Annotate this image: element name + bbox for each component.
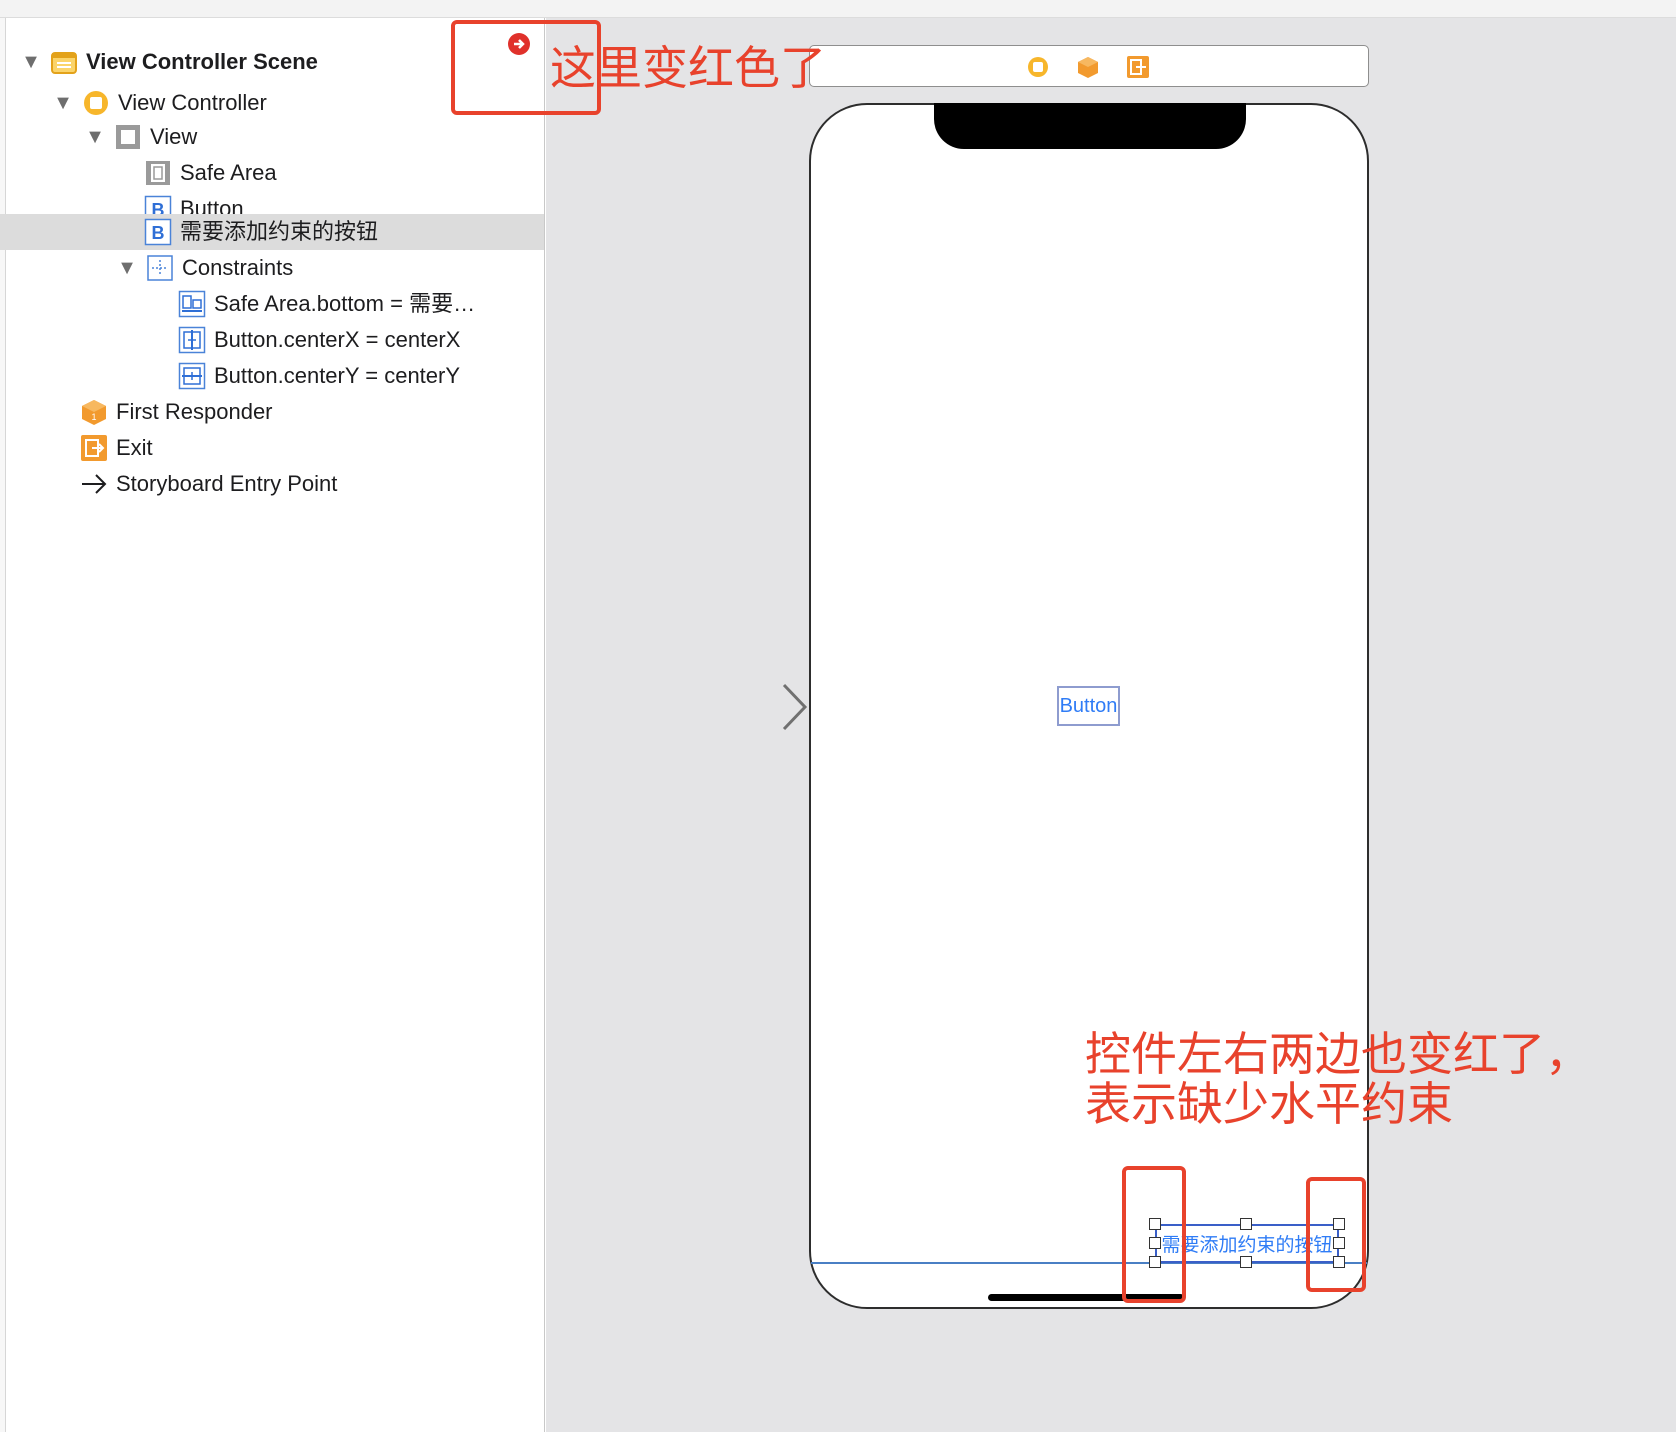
outline-item-label: 需要添加约束的按钮: [180, 219, 379, 244]
disclosure-triangle-icon[interactable]: ▼: [84, 126, 106, 148]
outline-item-label: Storyboard Entry Point: [116, 471, 338, 496]
disclosure-triangle-icon[interactable]: ▼: [52, 92, 74, 114]
outline-item-safe-area[interactable]: Safe Area: [0, 155, 544, 191]
outline-item-constraint-centery[interactable]: Button.centerY = centerY: [0, 358, 544, 394]
button-icon: B: [144, 218, 172, 246]
outline-item-first-responder[interactable]: 1 First Responder: [0, 394, 544, 430]
annotation-bottom-note-line2: 表示缺少水平约束: [1085, 1077, 1453, 1131]
outline-item-label: First Responder: [116, 399, 273, 424]
outline-item-label: Button.centerX = centerX: [214, 327, 461, 352]
document-outline: ▼ View Controller Scene ▼ View Controlle…: [0, 18, 545, 1432]
constraints-icon: [146, 254, 174, 282]
first-responder-dock-icon[interactable]: [1076, 55, 1100, 84]
outline-item-label: Safe Area.bottom = 需要…: [214, 291, 476, 316]
entry-point-arrow-icon: [80, 470, 108, 498]
first-responder-icon: 1: [80, 398, 108, 426]
resize-handle-top-center[interactable]: [1240, 1218, 1252, 1230]
constraint-centerx-icon: [178, 326, 206, 354]
annotation-box-left-edge: [1122, 1166, 1186, 1303]
constraint-centery-icon: [178, 362, 206, 390]
center-button[interactable]: Button: [1057, 686, 1120, 726]
outline-item-label: View: [150, 124, 198, 149]
editor-top-strip: [0, 0, 1676, 18]
outline-item-exit[interactable]: Exit: [0, 430, 544, 466]
outline-item-label: View Controller: [118, 90, 267, 115]
safe-area-icon: [144, 159, 172, 187]
outline-item-constraint-safe-area-bottom[interactable]: Safe Area.bottom = 需要…: [0, 286, 544, 322]
outline-item-label: Safe Area: [180, 160, 277, 185]
outline-item-label: Constraints: [182, 255, 294, 280]
resize-handle-bottom-center[interactable]: [1240, 1256, 1252, 1268]
outline-item-constrained-button[interactable]: B 需要添加约束的按钮: [0, 214, 544, 250]
outline-item-label: View Controller Scene: [86, 49, 318, 74]
outline-item-view[interactable]: ▼ View: [0, 119, 544, 155]
outline-item-constraints[interactable]: ▼ Constraints: [0, 250, 544, 286]
exit-dock-icon[interactable]: [1126, 55, 1150, 84]
outline-item-label: Exit: [116, 435, 153, 460]
outline-item-storyboard-entry-point[interactable]: Storyboard Entry Point: [0, 466, 544, 502]
disclosure-triangle-icon[interactable]: ▼: [116, 257, 138, 279]
view-icon: [114, 123, 142, 151]
scene-dock-bar[interactable]: [809, 45, 1369, 87]
outline-item-label: Button.centerY = centerY: [214, 363, 461, 388]
svg-text:1: 1: [91, 412, 96, 422]
view-controller-icon: [82, 89, 110, 117]
exit-icon: [80, 434, 108, 462]
annotation-bottom-note-line1: 控件左右两边也变红了，: [1085, 1027, 1591, 1081]
svg-text:B: B: [152, 223, 165, 243]
annotation-box-right-edge: [1306, 1177, 1366, 1292]
disclosure-triangle-icon[interactable]: ▼: [20, 51, 42, 73]
scene-icon: [50, 48, 78, 76]
annotation-top-note: 这里变红色了: [550, 41, 826, 95]
view-controller-dock-icon[interactable]: [1026, 55, 1050, 84]
constraint-bottom-icon: [178, 290, 206, 318]
storyboard-entry-arrow-icon[interactable]: [676, 680, 808, 730]
iphone-notch: [934, 103, 1246, 149]
outline-item-constraint-centerx[interactable]: Button.centerX = centerX: [0, 322, 544, 358]
